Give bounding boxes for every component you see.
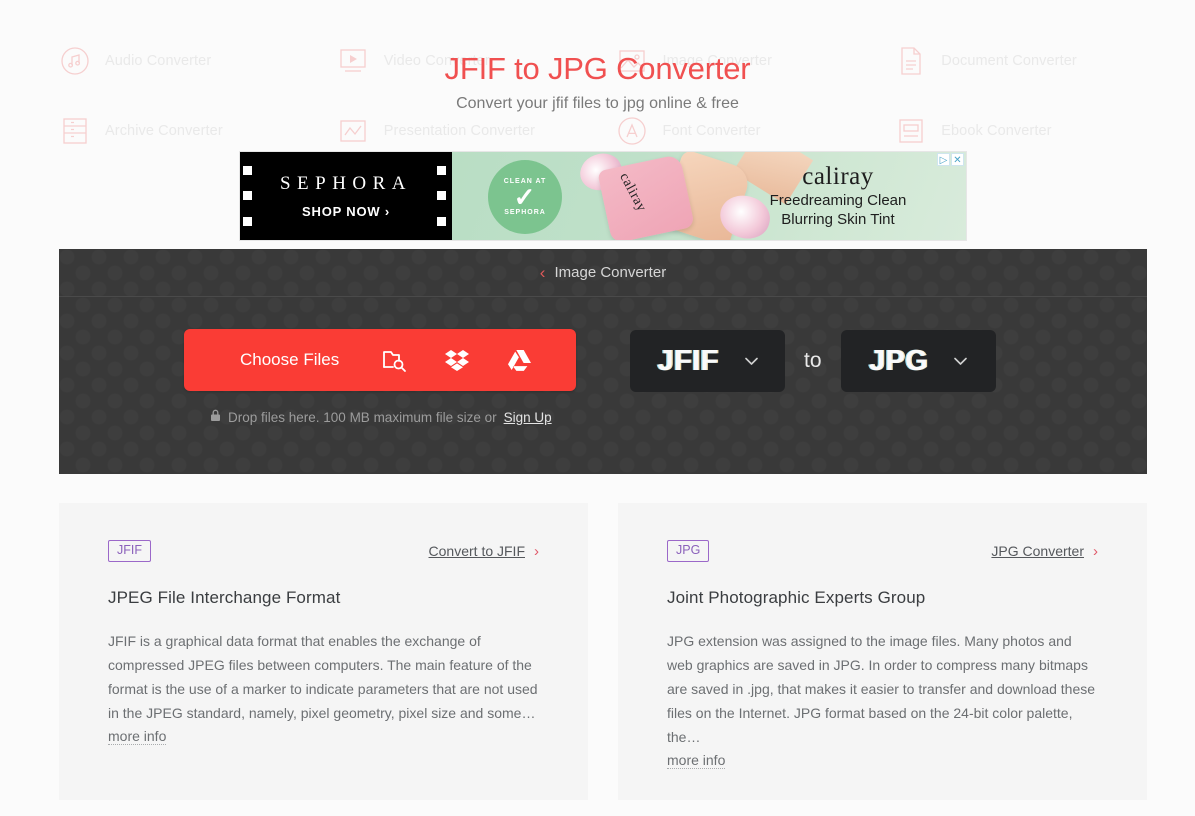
- upload-source-icons: [381, 347, 533, 373]
- chevron-down-icon: [954, 354, 967, 369]
- presentation-chart-icon: [337, 115, 370, 148]
- bg-nav-label: Presentation Converter: [383, 123, 536, 139]
- ad-headline: caliray: [802, 163, 874, 190]
- target-format-value: JPG: [868, 344, 929, 377]
- ad-right-panel[interactable]: caliray CLEAN AT ✓ SEPHORA caliray Freed…: [452, 152, 966, 240]
- hero-section: JFIF to JPG Converter Convert your jfif …: [0, 48, 1195, 115]
- film-sprockets-left-icon: [243, 152, 255, 240]
- breadcrumb-label: Image Converter: [554, 264, 667, 281]
- card-link-label: JPG Converter: [991, 543, 1084, 559]
- clean-at-sephora-seal: CLEAN AT ✓ SEPHORA: [488, 160, 562, 234]
- chevron-right-icon: ›: [534, 542, 539, 560]
- ad-cta-button[interactable]: SHOP NOW ›: [302, 204, 390, 219]
- ad-line-2: Blurring Skin Tint: [781, 211, 895, 228]
- card-title: JPEG File Interchange Format: [108, 588, 341, 607]
- chevron-right-icon: ›: [1093, 542, 1098, 560]
- ad-line-1: Freedreaming Clean: [769, 192, 907, 209]
- ad-banner[interactable]: ▷ ✕ SEPHORA SHOP NOW › caliray CLEAN AT: [239, 151, 967, 241]
- breadcrumb[interactable]: ‹ Image Converter: [540, 264, 666, 281]
- sign-up-link[interactable]: Sign Up: [504, 410, 552, 425]
- chevron-down-icon: [744, 354, 758, 369]
- source-format-value: JFIF: [657, 344, 719, 377]
- more-info-link[interactable]: more info: [667, 752, 726, 769]
- target-format-select[interactable]: JPG: [840, 330, 996, 392]
- card-link-label: Convert to JFIF: [428, 543, 525, 559]
- card-header: JFIF Convert to JFIF ›: [108, 540, 539, 562]
- page-title: JFIF to JPG Converter: [444, 51, 751, 86]
- drop-note-text: Drop files here. 100 MB maximum file siz…: [228, 409, 497, 425]
- source-format-select[interactable]: JFIF: [630, 330, 785, 392]
- drop-files-note: Drop files here. 100 MB maximum file siz…: [210, 409, 579, 425]
- font-letter-a-icon: [616, 115, 649, 148]
- format-selection-row: JFIF to JPG: [630, 329, 996, 392]
- more-info-link[interactable]: more info: [108, 728, 167, 745]
- dropbox-icon[interactable]: [444, 347, 470, 373]
- google-drive-icon[interactable]: [507, 347, 533, 373]
- status-badge: JPG: [667, 540, 710, 562]
- format-separator-label: to: [804, 349, 822, 372]
- leaf-checkmark-icon: ✓: [513, 182, 537, 212]
- card-title: Joint Photographic Experts Group: [667, 588, 926, 607]
- bg-nav-label: Font Converter: [662, 123, 761, 139]
- status-badge: JFIF: [108, 540, 151, 562]
- widget-body: Choose Files Drop files here. 100 MB max…: [59, 297, 1147, 425]
- film-sprockets-right-icon: [437, 152, 449, 240]
- upload-column: Choose Files Drop files here. 100 MB max…: [184, 329, 579, 425]
- folder-search-icon[interactable]: [381, 347, 407, 373]
- ad-controls[interactable]: ▷ ✕: [937, 153, 964, 166]
- seal-bottom-text: SEPHORA: [504, 209, 546, 216]
- adchoices-icon[interactable]: ▷: [937, 153, 950, 166]
- close-icon[interactable]: ✕: [951, 153, 964, 166]
- choose-files-button[interactable]: Choose Files: [184, 329, 576, 391]
- archive-icon: [58, 115, 91, 148]
- page-subtitle: Convert your jfif files to jpg online & …: [456, 95, 739, 112]
- choose-files-label: Choose Files: [240, 350, 340, 369]
- card-description: JFIF is a graphical data format that ena…: [108, 633, 538, 721]
- format-info-card-jfif: JFIF Convert to JFIF › JPEG File Interch…: [59, 503, 588, 800]
- converter-widget: ‹ Image Converter Choose Files Drop file…: [59, 249, 1147, 474]
- ebook-icon: [894, 115, 927, 148]
- ad-product-label: caliray: [616, 170, 650, 215]
- ad-brand-name: SEPHORA: [279, 173, 413, 194]
- convert-to-jfif-link[interactable]: Convert to JFIF ›: [429, 543, 539, 560]
- page-root: Audio Converter Video Converter Image Co…: [0, 0, 1195, 816]
- jpg-converter-link[interactable]: JPG Converter ›: [991, 543, 1098, 560]
- widget-breadcrumb-bar: ‹ Image Converter: [59, 249, 1147, 297]
- chevron-left-icon: ‹: [539, 263, 546, 282]
- ad-left-panel[interactable]: SEPHORA SHOP NOW ›: [240, 152, 452, 240]
- lock-icon: [210, 409, 221, 425]
- bg-nav-label: Archive Converter: [105, 123, 223, 139]
- card-description: JPG extension was assigned to the image …: [667, 633, 1096, 745]
- ad-copy: caliray Freedreaming Clean Blurring Skin…: [728, 163, 948, 229]
- format-info-cards: JFIF Convert to JFIF › JPEG File Interch…: [59, 503, 1147, 800]
- bg-nav-label: Ebook Converter: [941, 123, 1052, 139]
- card-header: JPG JPG Converter ›: [667, 540, 1098, 562]
- format-info-card-jpg: JPG JPG Converter › Joint Photographic E…: [618, 503, 1147, 800]
